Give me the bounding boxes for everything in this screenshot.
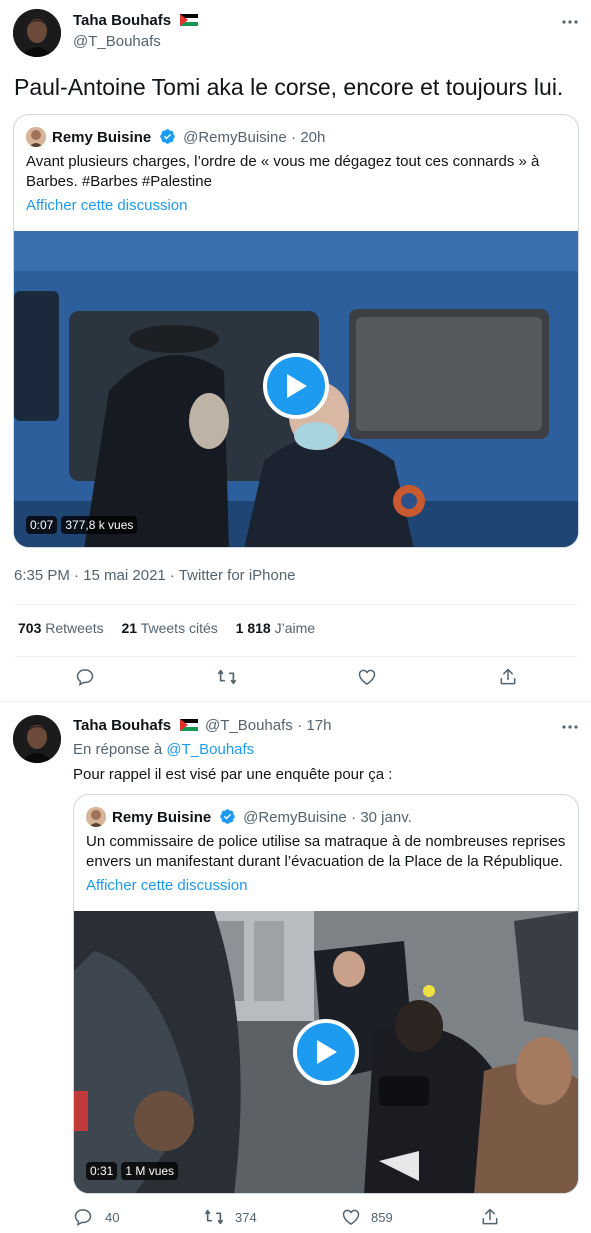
retweets-count: 703	[18, 620, 42, 636]
quotes-label: Tweets cités	[140, 620, 218, 636]
video-duration: 0:31	[86, 1162, 118, 1180]
quoted-tweet[interactable]: Remy Buisine @RemyBuisine · 20h Avant pl…	[13, 114, 579, 548]
quote-author-handle: @RemyBuisine	[183, 129, 287, 146]
likes-label: J’aime	[274, 620, 316, 636]
author-avatar[interactable]	[13, 715, 61, 763]
retweet-action[interactable]: 374	[203, 1207, 257, 1227]
quote-author-handle: @RemyBuisine	[243, 809, 347, 826]
quoted-tweet[interactable]: Remy Buisine @RemyBuisine · 30 janv. Un …	[73, 794, 579, 1194]
like-count: 859	[371, 1209, 393, 1225]
show-thread-link[interactable]: Afficher cette discussion	[26, 197, 187, 214]
palestine-flag-icon	[179, 718, 198, 731]
reply-count: 40	[105, 1209, 120, 1225]
author-handle[interactable]: @T_Bouhafs	[73, 33, 161, 50]
video-player[interactable]: 0:07 377,8 k vues	[14, 231, 578, 547]
divider	[14, 656, 578, 657]
show-thread-link[interactable]: Afficher cette discussion	[86, 877, 247, 894]
retweet-icon[interactable]	[216, 667, 238, 687]
author-name[interactable]: Taha Bouhafs	[73, 12, 171, 29]
retweet-icon[interactable]	[203, 1207, 225, 1227]
quote-time: · 20h	[291, 129, 326, 146]
video-views: 377,8 k vues	[61, 516, 138, 534]
verified-icon	[219, 808, 236, 825]
play-icon	[287, 374, 307, 398]
quote-author-avatar	[86, 807, 106, 827]
author-handle[interactable]: @T_Bouhafs	[205, 717, 293, 734]
quotes-count: 21	[121, 620, 138, 636]
divider	[14, 604, 578, 605]
quote-author-avatar	[26, 127, 46, 147]
share-icon[interactable]	[498, 667, 518, 687]
share-icon[interactable]	[480, 1207, 500, 1227]
retweet-count: 374	[235, 1209, 257, 1225]
reply-action[interactable]: 40	[73, 1207, 119, 1227]
like-icon[interactable]	[341, 1207, 361, 1227]
tweet-meta[interactable]: 6:35 PM · 15 mai 2021 · Twitter for iPho…	[14, 567, 296, 584]
like-icon[interactable]	[357, 667, 377, 687]
quote-author-name: Remy Buisine	[52, 129, 152, 146]
reply-icon[interactable]	[73, 1207, 93, 1227]
quote-text: Avant plusieurs charges, l’ordre de « vo…	[26, 153, 540, 190]
palestine-flag-icon	[179, 13, 198, 26]
play-icon	[317, 1040, 337, 1064]
quotes-stat[interactable]: 21 Tweets cités	[122, 620, 222, 636]
play-button[interactable]	[293, 1019, 359, 1085]
likes-count: 1 818	[235, 620, 271, 636]
quote-text: Un commissaire de police utilise sa matr…	[86, 833, 566, 870]
video-player[interactable]: 0:31 1 M vues	[74, 911, 578, 1193]
author-name[interactable]: Taha Bouhafs	[73, 717, 171, 734]
tweet-text: Paul-Antoine Tomi aka le corse, encore e…	[14, 74, 564, 100]
author-avatar[interactable]	[13, 9, 61, 57]
tweet-text: Pour rappel il est visé par une enquête …	[73, 766, 393, 783]
video-duration: 0:07	[26, 516, 58, 534]
reply-to-link[interactable]: @T_Bouhafs	[166, 741, 254, 758]
retweets-stat[interactable]: 703 Retweets	[18, 620, 108, 636]
retweets-label: Retweets	[45, 620, 104, 636]
reply-prefix: En réponse à	[73, 741, 163, 758]
quote-time: · 30 janv.	[351, 809, 412, 826]
likes-stat[interactable]: 1 818 J’aime	[236, 620, 315, 636]
section-separator	[0, 701, 591, 702]
quote-author-name: Remy Buisine	[112, 809, 212, 826]
more-icon[interactable]	[560, 717, 580, 737]
play-button[interactable]	[263, 353, 329, 419]
tweet-stats: 703 Retweets 21 Tweets cités 1 818 J’aim…	[18, 620, 315, 636]
reply-icon[interactable]	[75, 667, 95, 687]
more-icon[interactable]	[560, 12, 580, 32]
verified-icon	[159, 128, 176, 145]
video-views: 1 M vues	[121, 1162, 179, 1180]
tweet-time[interactable]: · 17h	[297, 717, 331, 734]
like-action[interactable]: 859	[341, 1207, 393, 1227]
